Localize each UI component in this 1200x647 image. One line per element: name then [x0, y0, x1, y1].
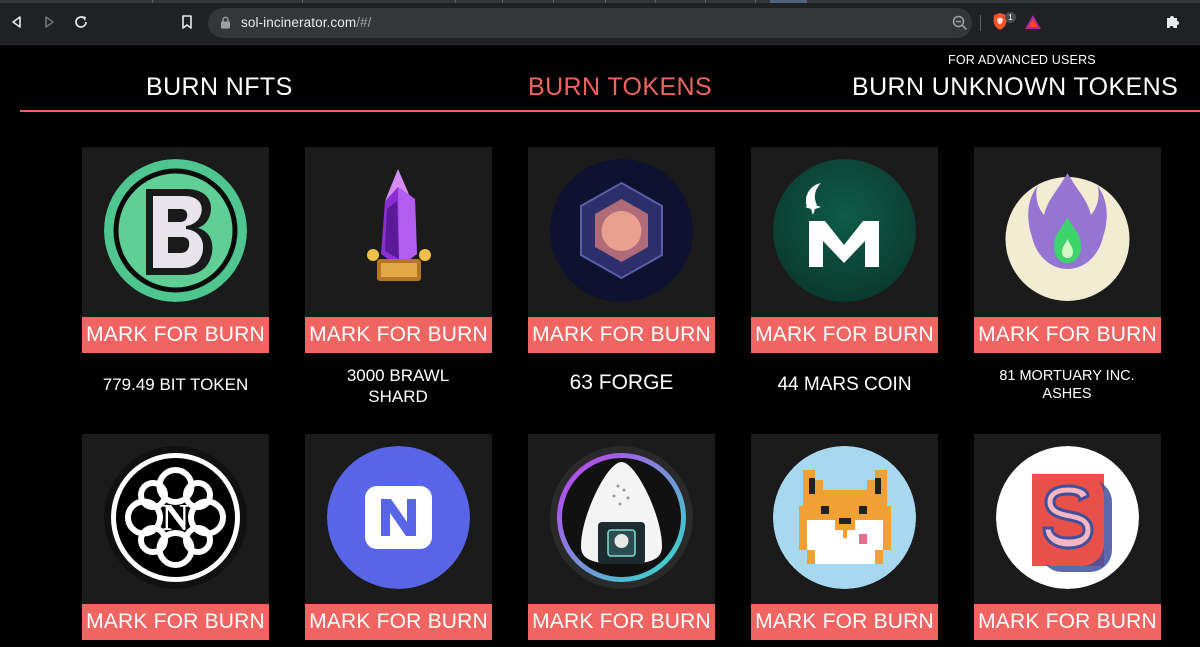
s-logo — [996, 446, 1139, 589]
browser-toolbar: sol-incinerator.com/#/ 1 — [0, 0, 1200, 45]
token-name: 63 FORGE — [569, 371, 674, 394]
token-name: 3000 BRAWL SHARD — [346, 366, 450, 406]
toolbar-separator — [980, 15, 981, 31]
url-text: sol-incinerator.com/#/ — [241, 15, 372, 30]
reload-icon — [75, 16, 87, 28]
tab-burn-unknown-tokens[interactable]: BURN UNKNOWN TOKENS — [852, 73, 1178, 102]
n-logo — [327, 446, 470, 589]
back-icon — [12, 16, 21, 28]
svg-text:N: N — [162, 497, 189, 539]
tab-underline — [20, 110, 1200, 112]
zoom-out-icon[interactable] — [952, 15, 968, 31]
extensions-icon[interactable] — [1164, 13, 1182, 31]
token-name: 44 MARS COIN — [777, 374, 912, 395]
mark-for-burn-button[interactable]: MARK FOR BURN — [305, 317, 492, 353]
doge-logo — [773, 446, 916, 589]
back-button[interactable] — [6, 11, 28, 33]
mark-for-burn-button[interactable]: MARK FOR BURN — [528, 604, 715, 640]
tab-burn-nfts[interactable]: BURN NFTS — [146, 73, 293, 102]
shields-count-badge: 1 — [1005, 12, 1016, 23]
mark-for-burn-button[interactable]: MARK FOR BURN — [528, 317, 715, 353]
bookmark-icon — [182, 15, 192, 29]
tab-burn-tokens[interactable]: BURN TOKENS — [528, 73, 712, 102]
lock-icon — [221, 16, 230, 29]
mortuary-ashes-logo — [996, 159, 1139, 302]
mark-for-burn-button[interactable]: MARK FOR BURN — [82, 317, 269, 353]
token-name: 779.49 BIT TOKEN — [102, 375, 249, 394]
mark-for-burn-button[interactable]: MARK FOR BURN — [974, 604, 1161, 640]
forge-logo — [550, 159, 693, 302]
bit-token-logo — [104, 159, 247, 302]
knot-logo: N — [104, 446, 247, 589]
onigiri-logo — [550, 446, 693, 589]
brawl-shard-logo — [327, 159, 470, 302]
advanced-users-label: FOR ADVANCED USERS — [948, 53, 1096, 67]
brave-rewards-icon[interactable] — [1024, 14, 1042, 30]
mark-for-burn-button[interactable]: MARK FOR BURN — [305, 604, 492, 640]
mark-for-burn-button[interactable]: MARK FOR BURN — [82, 604, 269, 640]
token-name: 81 MORTUARY INC. ASHES — [999, 368, 1135, 402]
mars-coin-logo — [773, 159, 916, 302]
address-bar[interactable]: sol-incinerator.com/#/ — [208, 8, 972, 38]
forward-button[interactable] — [38, 11, 60, 33]
forward-icon — [45, 16, 54, 28]
tab-strip[interactable] — [0, 0, 1200, 3]
reload-button[interactable] — [70, 11, 92, 33]
mark-for-burn-button[interactable]: MARK FOR BURN — [751, 317, 938, 353]
bookmark-button[interactable] — [176, 11, 198, 33]
mark-for-burn-button[interactable]: MARK FOR BURN — [974, 317, 1161, 353]
mark-for-burn-button[interactable]: MARK FOR BURN — [751, 604, 938, 640]
